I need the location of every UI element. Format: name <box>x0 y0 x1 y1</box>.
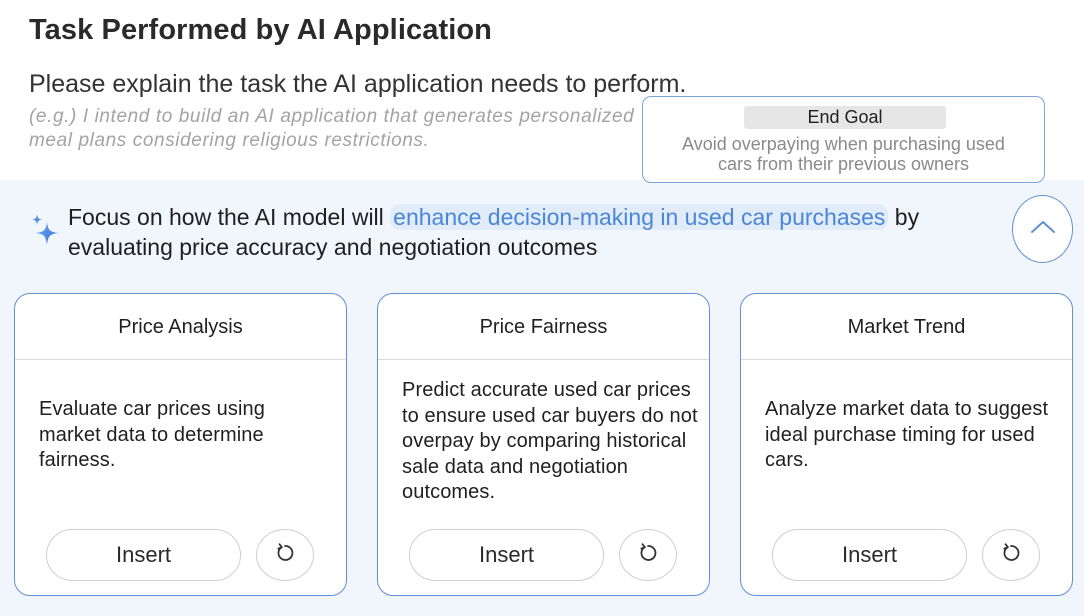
end-goal-text: Avoid overpaying when purchasing used ca… <box>643 134 1044 174</box>
insert-button[interactable]: Insert <box>409 529 604 581</box>
refresh-button[interactable] <box>982 529 1040 581</box>
refresh-icon <box>637 542 659 569</box>
insert-button[interactable]: Insert <box>46 529 241 581</box>
sparkle-icon <box>31 212 59 246</box>
refresh-icon <box>274 542 296 569</box>
collapse-button[interactable] <box>1012 195 1073 263</box>
section-question: Please explain the task the AI applicati… <box>29 70 687 98</box>
refresh-button[interactable] <box>256 529 314 581</box>
end-goal-label: End Goal <box>744 106 946 129</box>
chevron-up-icon <box>1030 219 1056 240</box>
card-description: Evaluate car prices using market data to… <box>39 398 265 471</box>
end-goal-text-line: cars from their previous owners <box>717 154 970 174</box>
card-title: Price Analysis <box>15 294 346 360</box>
task-input-placeholder[interactable]: (e.g.) I intend to build an AI applicati… <box>29 105 669 153</box>
card-title: Price Fairness <box>378 294 709 360</box>
suggestion-card: Price Analysis Evaluate car prices using… <box>14 293 347 596</box>
card-description: Analyze market data to suggest ideal pur… <box>765 398 1049 471</box>
refresh-icon <box>1000 542 1022 569</box>
end-goal-tooltip: End Goal Avoid overpaying when purchasin… <box>642 96 1045 183</box>
insert-button[interactable]: Insert <box>772 529 967 581</box>
end-goal-text-line: Avoid overpaying when purchasing used <box>682 134 1005 154</box>
focus-highlight[interactable]: enhance decision-making in used car purc… <box>390 204 889 230</box>
card-title: Market Trend <box>741 294 1072 360</box>
section-title: Task Performed by AI Application <box>29 14 492 46</box>
focus-prefix: Focus on how the AI model will <box>68 204 391 230</box>
suggestion-card: Price Fairness Predict accurate used car… <box>377 293 710 596</box>
suggestion-card: Market Trend Analyze market data to sugg… <box>740 293 1073 596</box>
focus-statement: Focus on how the AI model will enhance d… <box>68 202 1008 262</box>
refresh-button[interactable] <box>619 529 677 581</box>
card-description: Predict accurate used car prices to ensu… <box>402 379 698 503</box>
